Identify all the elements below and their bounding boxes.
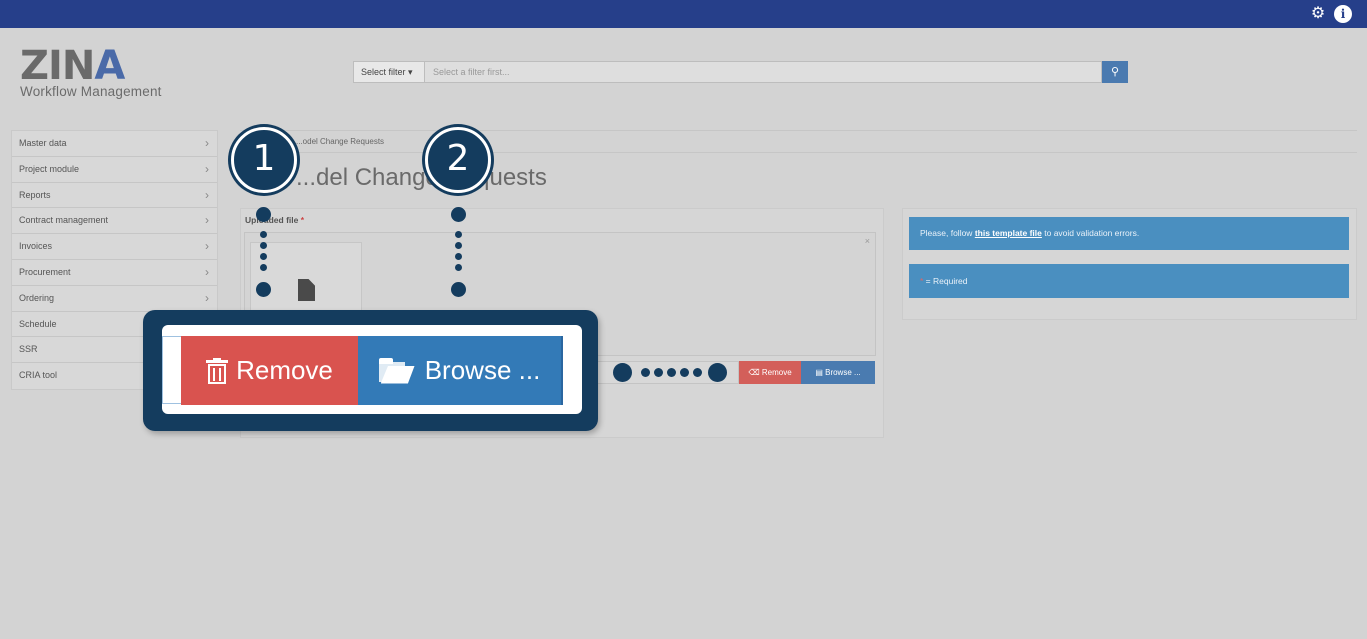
- leader-dot: [451, 282, 466, 297]
- leader-dot: [641, 368, 650, 377]
- uploaded-file-label: Uploaded file *: [245, 215, 304, 225]
- chevron-right-icon: ›: [205, 239, 209, 254]
- sidebar-item-label: Contract management: [19, 215, 109, 226]
- search-button[interactable]: ⚲: [1102, 61, 1128, 83]
- logo-subtitle: Workflow Management: [20, 84, 162, 99]
- leader-dot: [260, 253, 267, 260]
- app-logo[interactable]: ZINA Workflow Management: [20, 46, 162, 99]
- chevron-right-icon: ›: [205, 161, 209, 176]
- leader-dot: [455, 231, 462, 238]
- required-mark: *: [300, 215, 305, 225]
- leader-dot: [256, 207, 271, 222]
- chevron-right-icon: ›: [205, 213, 209, 228]
- sidebar-item-master-data[interactable]: Master data ›: [12, 131, 217, 157]
- alert-text: Please, follow: [920, 228, 975, 238]
- file-preview-thumbnail: [250, 242, 362, 312]
- template-info-alert: Please, follow this template file to avo…: [909, 217, 1349, 250]
- folder-open-icon: [378, 357, 415, 384]
- sidebar-item-label: SSR: [19, 344, 38, 355]
- step-marker-2: 2: [425, 127, 491, 193]
- leader-dot: [256, 282, 271, 297]
- chevron-right-icon: ›: [205, 264, 209, 279]
- sidebar-item-reports[interactable]: Reports ›: [12, 183, 217, 209]
- gear-icon[interactable]: ⚙: [1309, 5, 1327, 23]
- logo-text-accent: A: [94, 43, 125, 89]
- file-action-buttons: ⌫ Remove ▤ Browse ...: [739, 361, 875, 384]
- label-text: Uploaded file: [245, 215, 299, 225]
- leader-dot: [455, 242, 462, 249]
- browse-button[interactable]: ▤ Browse ...: [801, 361, 875, 384]
- step-marker-1: 1: [231, 127, 297, 193]
- sidebar-item-label: Invoices: [19, 241, 53, 252]
- leader-dot: [613, 363, 632, 382]
- leader-dot: [455, 264, 462, 271]
- sidebar-item-procurement[interactable]: Procurement ›: [12, 260, 217, 286]
- leader-dot: [667, 368, 676, 377]
- search-icon: ⚲: [1110, 66, 1120, 78]
- logo-text: ZIN: [20, 43, 95, 89]
- browse-label: Browse ...: [825, 368, 861, 377]
- leader-dot: [708, 363, 727, 382]
- logo-wordmark: ZINA: [20, 46, 162, 86]
- sidebar-item-ordering[interactable]: Ordering ›: [12, 286, 217, 312]
- trash-icon: [206, 357, 229, 384]
- browse-label: Browse ...: [424, 355, 541, 385]
- sidebar-item-label: Ordering: [19, 292, 55, 303]
- zoomed-browse-button[interactable]: Browse ...: [358, 336, 563, 405]
- sidebar-item-invoices[interactable]: Invoices ›: [12, 234, 217, 260]
- chevron-right-icon: ›: [205, 187, 209, 202]
- leader-dot: [693, 368, 702, 377]
- filter-search-input[interactable]: Select a filter first...: [425, 61, 1102, 83]
- leader-dot: [260, 264, 267, 271]
- leader-dot: [654, 368, 663, 377]
- chevron-right-icon: ›: [205, 290, 209, 305]
- sidebar-item-label: Master data: [19, 138, 67, 148]
- leader-dot: [451, 207, 466, 222]
- remove-label: Remove: [761, 368, 792, 377]
- leader-dot: [260, 231, 267, 238]
- sidebar-item-label: Reports: [19, 189, 51, 200]
- alert-text: = Required: [923, 276, 968, 286]
- sidebar-item-label: Project module: [19, 163, 80, 174]
- divider: [240, 152, 1357, 153]
- leader-dot: [680, 368, 689, 377]
- close-icon[interactable]: ×: [865, 236, 870, 246]
- leader-dot: [260, 242, 267, 249]
- alert-text: to avoid validation errors.: [1041, 228, 1140, 238]
- template-file-link[interactable]: this template file: [975, 228, 1042, 238]
- select-filter-button[interactable]: Select filter ▾: [353, 61, 425, 83]
- chevron-right-icon: ›: [205, 136, 209, 150]
- sidebar-item-label: Schedule: [19, 318, 57, 329]
- page-title: ...del Change Requests: [296, 164, 547, 191]
- breadcrumb[interactable]: ...odel Change Requests: [296, 137, 384, 146]
- info-icon[interactable]: i: [1334, 5, 1352, 23]
- trash-icon: ⌫: [748, 368, 760, 377]
- zoomed-remove-button[interactable]: Remove: [181, 336, 358, 405]
- remove-button[interactable]: ⌫ Remove: [739, 361, 801, 384]
- filter-bar: Select filter ▾ Select a filter first...…: [353, 61, 1128, 83]
- remove-label: Remove: [236, 355, 333, 385]
- sidebar-item-label: CRIA tool: [19, 370, 58, 381]
- required-info-alert: * = Required: [909, 264, 1349, 298]
- sidebar-item-project-module[interactable]: Project module ›: [12, 157, 217, 183]
- sidebar-item-contract-management[interactable]: Contract management ›: [12, 208, 217, 235]
- sidebar-item-label: Procurement: [19, 266, 71, 277]
- leader-dot: [455, 253, 462, 260]
- divider: [240, 130, 1357, 131]
- folder-open-icon: ▤: [815, 368, 823, 377]
- top-bar: ⚙ i: [0, 0, 1367, 28]
- zoom-input-edge: [162, 336, 181, 404]
